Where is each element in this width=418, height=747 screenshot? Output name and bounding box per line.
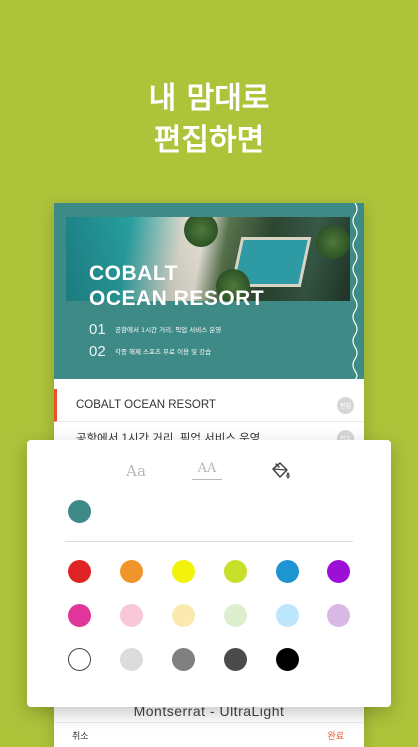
- color-swatch[interactable]: [276, 648, 299, 671]
- color-swatch[interactable]: [172, 604, 195, 627]
- color-swatch[interactable]: [327, 560, 350, 583]
- color-swatch[interactable]: [68, 648, 91, 671]
- color-swatch[interactable]: [276, 560, 299, 583]
- hero-item-text: 공항에서 1시간 거리, 픽업 서비스 운영: [115, 326, 222, 334]
- color-swatch[interactable]: [172, 648, 195, 671]
- hero-item-number: 02: [89, 342, 106, 360]
- done-button[interactable]: 완료: [327, 729, 344, 742]
- hero-item-number: 01: [89, 320, 106, 338]
- hero-title-line-1: COBALT: [89, 262, 178, 285]
- edit-badge-icon[interactable]: 편집: [337, 397, 354, 414]
- cancel-button[interactable]: 취소: [72, 729, 89, 742]
- color-swatch[interactable]: [120, 560, 143, 583]
- palm-tree: [316, 225, 350, 259]
- text-field-title[interactable]: COBALT OCEAN RESORT 편집: [54, 389, 364, 422]
- color-picker-panel: Aa AA: [27, 440, 391, 707]
- headline: 내 맘대로 편집하면: [0, 78, 418, 162]
- hero-title-line-2: OCEAN RESORT: [89, 287, 265, 310]
- hero-list-item: 02 각종 해제 스포츠 무료 이용 및 강습: [89, 340, 349, 362]
- wavy-edge-decoration: [352, 203, 358, 379]
- bottom-bar: 취소 완료: [54, 722, 364, 747]
- color-swatch[interactable]: [68, 604, 91, 627]
- field-text: COBALT OCEAN RESORT: [76, 399, 216, 411]
- color-swatch[interactable]: [276, 604, 299, 627]
- color-swatch-grid: [27, 440, 391, 707]
- hero-list-item: 01 공항에서 1시간 거리, 픽업 서비스 운영: [89, 318, 349, 340]
- color-swatch[interactable]: [224, 648, 247, 671]
- color-swatch[interactable]: [224, 560, 247, 583]
- color-swatch[interactable]: [120, 648, 143, 671]
- color-swatch[interactable]: [224, 604, 247, 627]
- color-swatch[interactable]: [68, 560, 91, 583]
- color-swatch[interactable]: [327, 604, 350, 627]
- color-swatch[interactable]: [172, 560, 195, 583]
- palm-tree: [184, 217, 218, 247]
- hero-list: 01 공항에서 1시간 거리, 픽업 서비스 운영 02 각종 해제 스포츠 무…: [89, 318, 349, 362]
- headline-line-2: 편집하면: [153, 123, 265, 158]
- color-swatch[interactable]: [120, 604, 143, 627]
- hero-title: COBALT OCEAN RESORT: [89, 261, 349, 311]
- hero-banner[interactable]: COBALT OCEAN RESORT 01 공항에서 1시간 거리, 픽업 서…: [54, 203, 364, 379]
- headline-line-1: 내 맘대로: [148, 81, 270, 116]
- hero-item-text: 각종 해제 스포츠 무료 이용 및 강습: [115, 348, 212, 356]
